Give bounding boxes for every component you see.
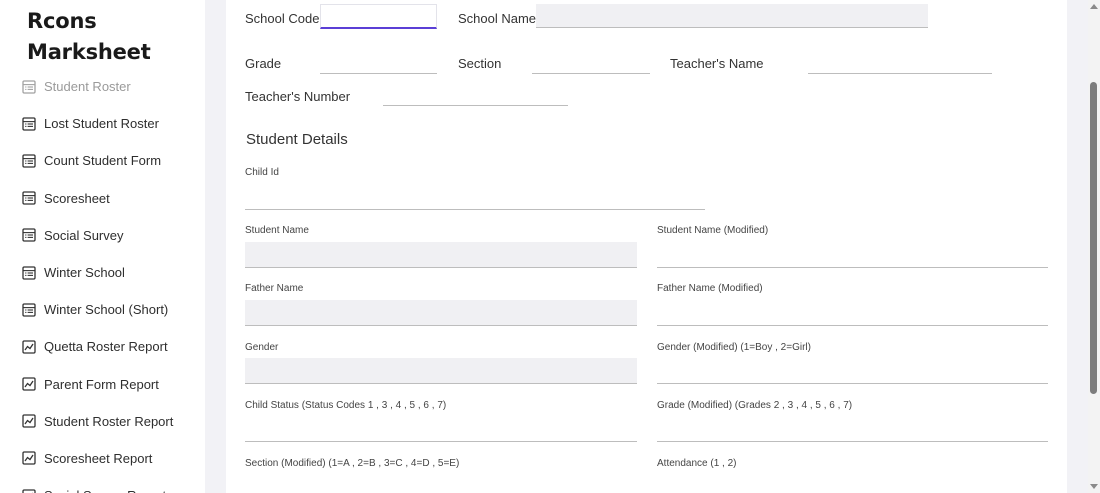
gender-modified-input[interactable]: [657, 358, 1048, 384]
sidebar-item-scoresheet-report[interactable]: Scoresheet Report: [0, 440, 205, 477]
child-id-label: Child Id: [245, 167, 279, 178]
student-details-heading: Student Details: [246, 131, 348, 148]
student-name-label: Student Name: [245, 225, 309, 236]
teacher-number-input[interactable]: [383, 84, 568, 106]
sidebar-item-label: Parent Form Report: [44, 376, 159, 392]
child-id-input[interactable]: [245, 184, 705, 210]
table-icon: [22, 117, 36, 131]
table-icon: [22, 303, 36, 317]
app-title-line2: Marksheet: [27, 40, 151, 64]
scrollbar-thumb[interactable]: [1090, 82, 1097, 394]
sidebar-item-label: Social Survey Report: [44, 488, 166, 493]
teacher-name-input[interactable]: [808, 52, 992, 74]
sidebar-item-quetta-roster-report[interactable]: Quetta Roster Report: [0, 328, 205, 365]
sidebar-item-label: Winter School (Short): [44, 302, 169, 318]
section-label: Section: [458, 56, 502, 71]
sidebar-nav: Student Roster Lost Student Roster Count S…: [0, 68, 205, 493]
section-input[interactable]: [532, 52, 650, 74]
attendance-label: Attendance (1 , 2): [657, 458, 737, 469]
grade-label: Grade: [245, 56, 282, 71]
sidebar-item-winter-school[interactable]: Winter School: [0, 254, 205, 291]
section-modified-label: Section (Modified) (1=A , 2=B , 3=C , 4=…: [245, 458, 460, 469]
sidebar: Rcons Marksheet Student Roster Lost Stude…: [0, 0, 205, 493]
sidebar-item-count-student-form[interactable]: Count Student Form: [0, 142, 205, 179]
chart-icon: [22, 377, 36, 391]
child-status-label: Child Status (Status Codes 1 , 3 , 4 , 5…: [245, 400, 447, 411]
sidebar-item-student-roster-report[interactable]: Student Roster Report: [0, 403, 205, 440]
chart-icon: [22, 414, 36, 428]
table-icon: [22, 265, 36, 280]
sidebar-item-label: Student Roster: [44, 79, 131, 95]
sidebar-item-student-roster[interactable]: Student Roster: [0, 68, 205, 105]
sidebar-item-parent-form-report[interactable]: Parent Form Report: [0, 366, 205, 403]
app-title-line1: Rcons: [27, 9, 97, 33]
student-name-modified-label: Student Name (Modified): [657, 225, 769, 236]
sidebar-item-label: Student Roster Report: [44, 413, 174, 429]
grade-input[interactable]: [320, 52, 437, 74]
student-name-modified-input[interactable]: [657, 242, 1048, 268]
student-name-input[interactable]: [245, 242, 637, 268]
chart-icon: [22, 340, 36, 354]
scroll-up-arrow-icon[interactable]: [1090, 4, 1098, 9]
school-name-input[interactable]: [536, 4, 928, 28]
gender-modified-label: Gender (Modified) (1=Boy , 2=Girl): [657, 342, 811, 353]
app-title: Rcons Marksheet: [27, 6, 151, 68]
sidebar-item-label: Scoresheet Report: [44, 450, 153, 466]
sidebar-item-label: Winter School: [44, 265, 125, 281]
father-name-label: Father Name: [245, 283, 304, 294]
gender-label: Gender: [245, 342, 279, 353]
grade-modified-input[interactable]: [657, 416, 1048, 442]
sidebar-item-label: Social Survey: [44, 227, 124, 243]
father-name-input[interactable]: [245, 300, 637, 326]
table-icon: [22, 191, 36, 205]
sidebar-item-social-survey[interactable]: Social Survey: [0, 217, 205, 254]
teacher-number-label: Teacher's Number: [245, 89, 351, 104]
father-name-modified-input[interactable]: [657, 300, 1048, 326]
grade-modified-label: Grade (Modified) (Grades 2 , 3 , 4 , 5 ,…: [657, 400, 853, 411]
table-icon: [22, 79, 36, 94]
school-code-input[interactable]: [320, 4, 437, 29]
form-panel: School Code School Name Grade Section Te…: [226, 0, 1067, 493]
child-status-input[interactable]: [245, 416, 637, 442]
sidebar-item-label: Lost Student Roster: [44, 116, 159, 132]
sidebar-item-lost-student-roster[interactable]: Lost Student Roster: [0, 105, 205, 142]
scroll-down-arrow-icon[interactable]: [1090, 484, 1098, 489]
sidebar-item-winter-school-short[interactable]: Winter School (Short): [0, 291, 205, 328]
chart-icon: [22, 489, 36, 493]
school-code-label: School Code: [245, 11, 320, 26]
teacher-name-label: Teacher's Name: [670, 56, 764, 71]
gender-input[interactable]: [245, 358, 637, 384]
school-name-label: School Name: [458, 11, 537, 26]
father-name-modified-label: Father Name (Modified): [657, 283, 763, 294]
sidebar-item-label: Quetta Roster Report: [44, 339, 168, 355]
table-icon: [22, 228, 36, 242]
sidebar-item-social-survey-report[interactable]: Social Survey Report: [0, 477, 205, 493]
sidebar-item-label: Scoresheet: [44, 190, 110, 206]
sidebar-item-scoresheet[interactable]: Scoresheet: [0, 180, 205, 217]
chart-icon: [22, 451, 36, 466]
sidebar-item-label: Count Student Form: [44, 153, 162, 169]
table-icon: [22, 154, 36, 168]
